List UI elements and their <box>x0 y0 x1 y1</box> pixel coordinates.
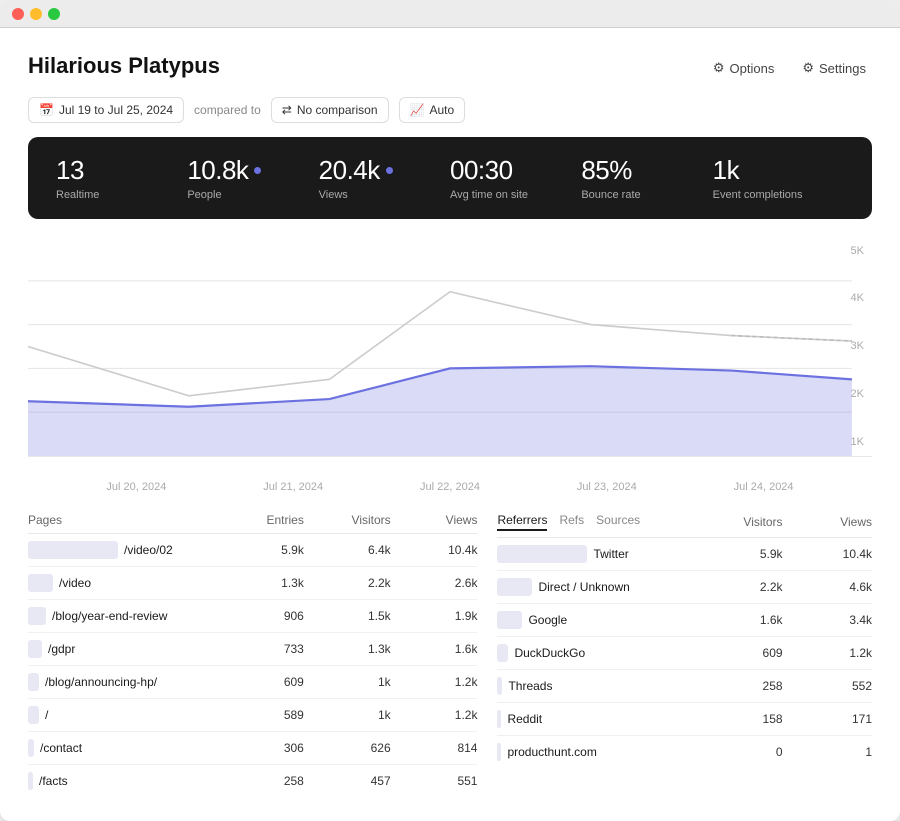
chart-icon: 📈 <box>410 103 425 117</box>
col-header-ref-views: Views <box>791 515 872 529</box>
page-bar <box>28 574 53 592</box>
pages-table: Pages Entries Visitors Views /video/02 5… <box>28 507 477 797</box>
tab-referrers[interactable]: Referrers <box>497 513 547 531</box>
maximize-dot[interactable] <box>48 8 60 20</box>
table-row: /gdpr 733 1.3k 1.6k <box>28 633 477 666</box>
col-header-visitors: Visitors <box>312 513 399 527</box>
page-header: Hilarious Platypus ⚙ Options ⚙ Settings <box>28 52 872 81</box>
referrer-bar <box>497 743 501 761</box>
table-row: Twitter 5.9k 10.4k <box>497 538 872 571</box>
stat-events: 1k Event completions <box>713 155 844 201</box>
col-header-pages: Pages <box>28 513 225 527</box>
stat-bounce: 85% Bounce rate <box>581 155 712 201</box>
page-bar <box>28 541 118 559</box>
page-bar <box>28 673 39 691</box>
stat-avg-time: 00:30 Avg time on site <box>450 155 581 201</box>
page-bar <box>28 640 42 658</box>
minimize-dot[interactable] <box>30 8 42 20</box>
table-row: /blog/year-end-review 906 1.5k 1.9k <box>28 600 477 633</box>
date-range-picker[interactable]: 📅 Jul 19 to Jul 25, 2024 <box>28 97 184 123</box>
toolbar: 📅 Jul 19 to Jul 25, 2024 compared to ⇄ N… <box>28 97 872 123</box>
table-row: DuckDuckGo 609 1.2k <box>497 637 872 670</box>
table-row: /video 1.3k 2.2k 2.6k <box>28 567 477 600</box>
line-chart <box>28 237 872 456</box>
referrer-bar <box>497 611 522 629</box>
referrer-bar <box>497 644 508 662</box>
table-row: Google 1.6k 3.4k <box>497 604 872 637</box>
col-header-entries: Entries <box>225 513 312 527</box>
page-bar <box>28 706 39 724</box>
col-header-views: Views <box>399 513 478 527</box>
app-window: Hilarious Platypus ⚙ Options ⚙ Settings … <box>0 0 900 821</box>
referrers-table-header: Referrers Refs Sources Visitors Views <box>497 507 872 538</box>
chart-area-fill <box>28 366 852 456</box>
header-actions: ⚙ Options ⚙ Settings <box>707 56 872 80</box>
table-row: /blog/announcing-hp/ 609 1k 1.2k <box>28 666 477 699</box>
compare-icon: ⇄ <box>282 103 292 117</box>
views-dot <box>386 167 393 174</box>
options-button[interactable]: ⚙ Options <box>707 56 780 80</box>
stat-people: 10.8k People <box>187 155 318 201</box>
referrer-bar <box>497 677 502 695</box>
stat-views: 20.4k Views <box>319 155 450 201</box>
table-row: Reddit 158 171 <box>497 703 872 736</box>
chart-y-labels: 5K 4K 3K 2K 1K <box>851 237 864 456</box>
people-dot <box>254 167 261 174</box>
title-bar <box>0 0 900 28</box>
table-row: Threads 258 552 <box>497 670 872 703</box>
table-row: /facts 258 457 551 <box>28 765 477 797</box>
page-bar <box>28 739 34 757</box>
chart-x-labels: Jul 20, 2024 Jul 21, 2024 Jul 22, 2024 J… <box>28 475 872 493</box>
close-dot[interactable] <box>12 8 24 20</box>
settings-icon: ⚙ <box>802 60 814 76</box>
referrer-bar <box>497 710 501 728</box>
table-row: Direct / Unknown 2.2k 4.6k <box>497 571 872 604</box>
table-row: producthunt.com 0 1 <box>497 736 872 768</box>
gear-icon: ⚙ <box>713 60 725 76</box>
compared-to-label: compared to <box>194 103 261 117</box>
referrer-bar <box>497 578 532 596</box>
referrers-table: Referrers Refs Sources Visitors Views Tw… <box>497 507 872 797</box>
calendar-icon: 📅 <box>39 103 54 117</box>
table-row: /contact 306 626 814 <box>28 732 477 765</box>
pages-table-header: Pages Entries Visitors Views <box>28 507 477 534</box>
referrer-tabs: Referrers Refs Sources <box>497 513 701 531</box>
tables-section: Pages Entries Visitors Views /video/02 5… <box>28 507 872 797</box>
referrer-bar <box>497 545 587 563</box>
chart-area: 5K 4K 3K 2K 1K <box>28 237 872 457</box>
tab-sources[interactable]: Sources <box>596 513 640 531</box>
table-row: / 589 1k 1.2k <box>28 699 477 732</box>
stats-bar: 13 Realtime 10.8k People 20.4k Views <box>28 137 872 219</box>
stat-realtime: 13 Realtime <box>56 155 187 201</box>
page-bar <box>28 772 33 790</box>
settings-button[interactable]: ⚙ Settings <box>796 56 872 80</box>
col-header-ref-visitors: Visitors <box>701 515 790 529</box>
page-bar <box>28 607 46 625</box>
tab-refs[interactable]: Refs <box>559 513 584 531</box>
table-row: /video/02 5.9k 6.4k 10.4k <box>28 534 477 567</box>
interval-picker[interactable]: 📈 Auto <box>399 97 466 123</box>
comparison-picker[interactable]: ⇄ No comparison <box>271 97 389 123</box>
page-title: Hilarious Platypus <box>28 52 220 81</box>
